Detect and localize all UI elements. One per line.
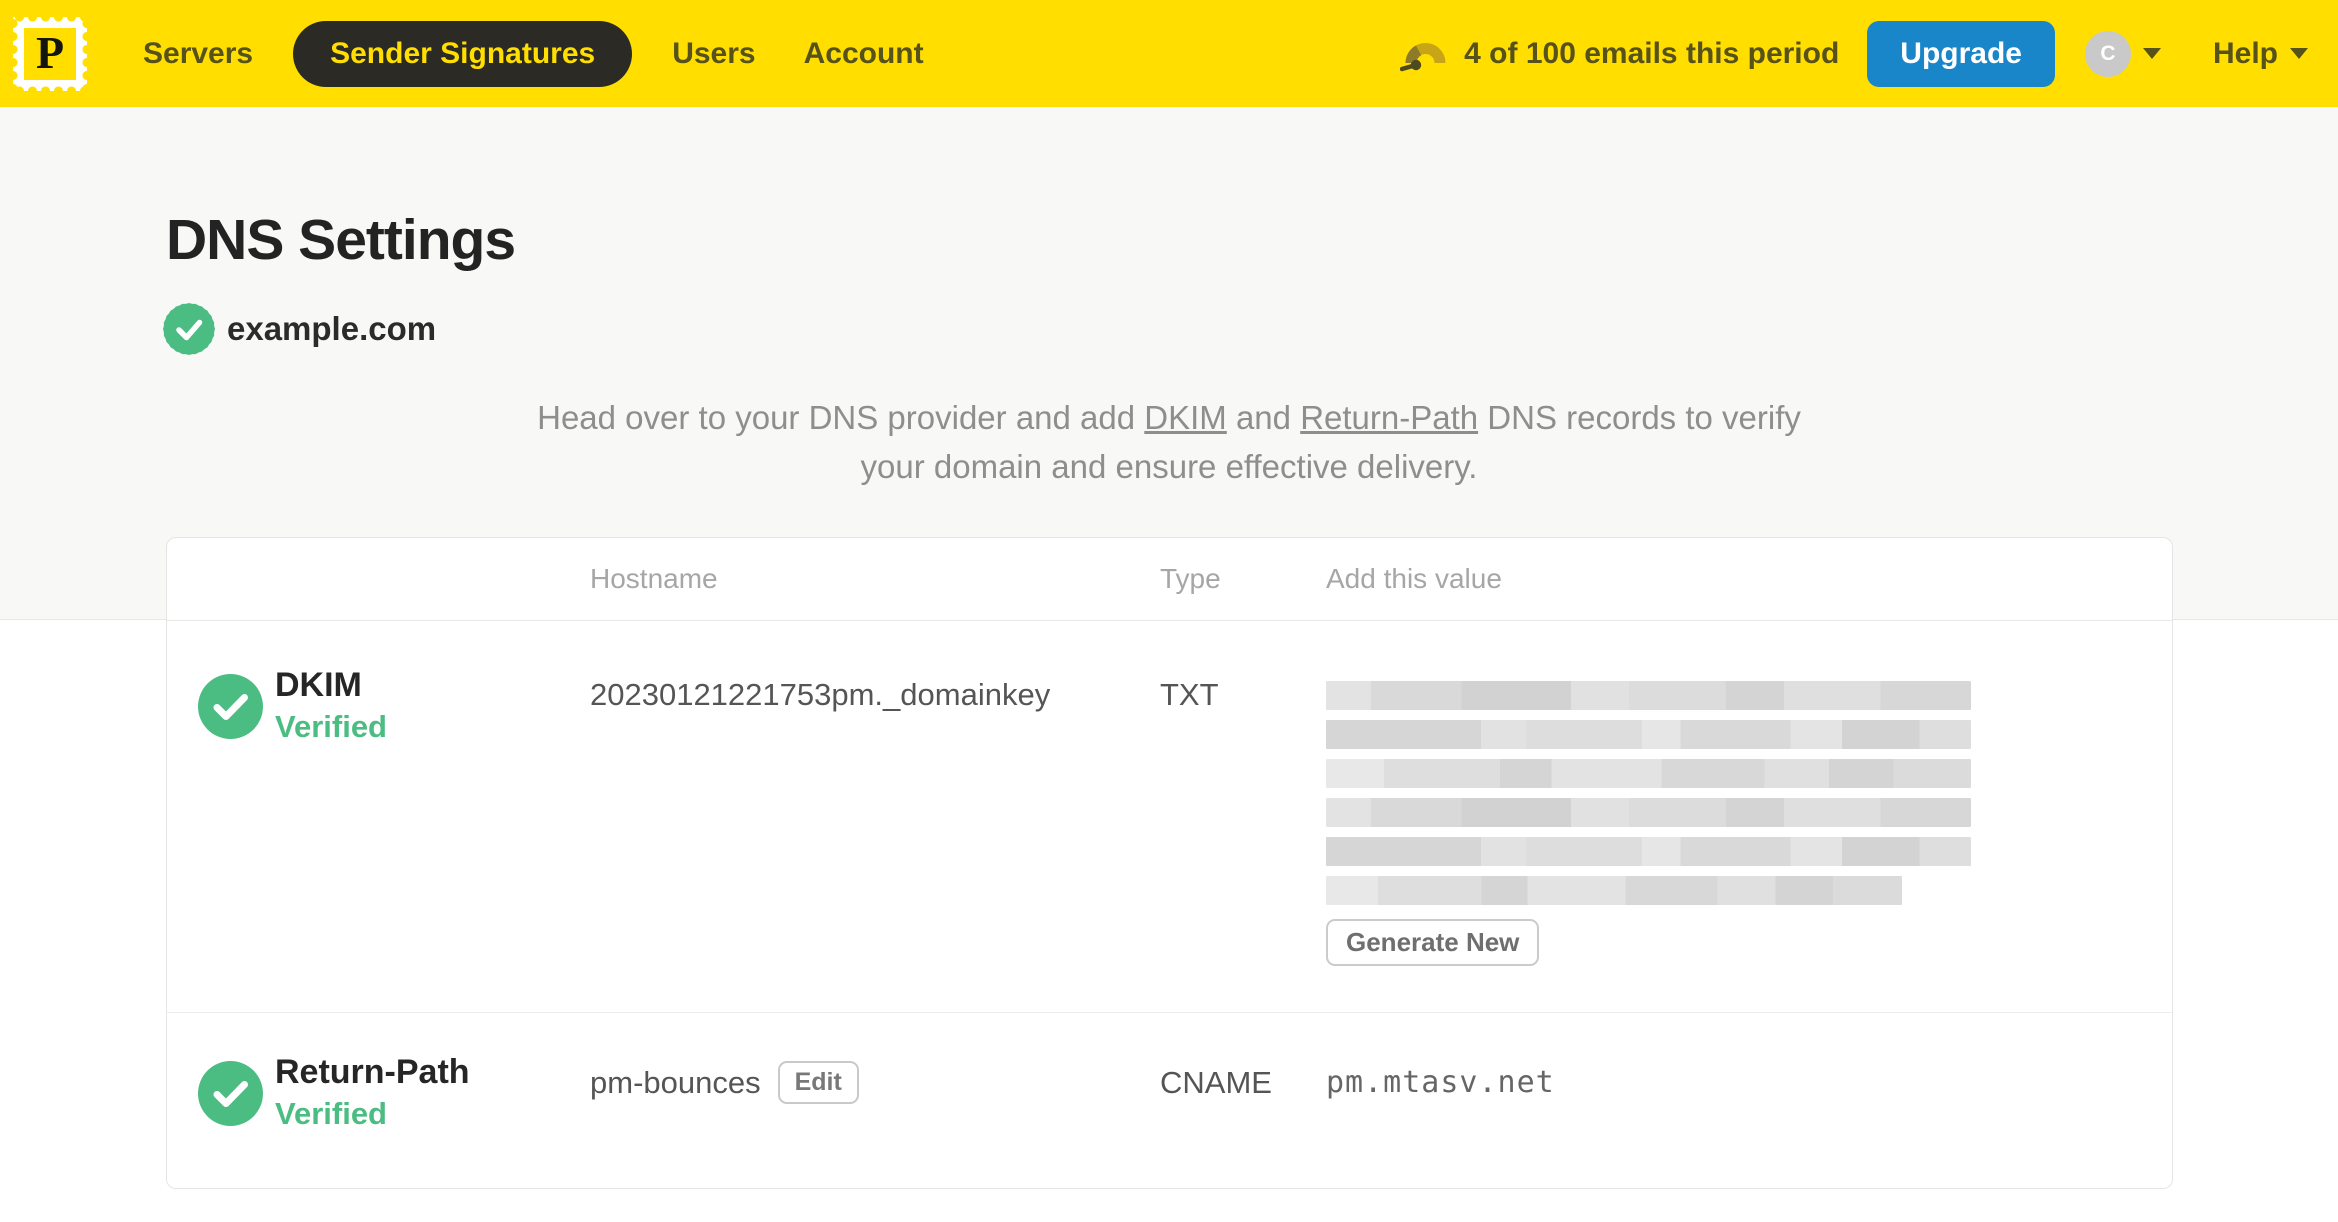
column-header-type: Type [1160,563,1221,594]
chevron-down-icon [2142,48,2161,59]
dkim-value-cell: Generate New [1326,681,1971,966]
nav-item-account[interactable]: Account [780,37,948,71]
postmark-logo-letter: P [24,27,76,80]
nav-item-servers[interactable]: Servers [143,37,277,71]
edit-button[interactable]: Edit [777,1061,859,1104]
usage-status-text: 4 of 100 emails this period [1464,36,1840,70]
chevron-down-icon [2290,48,2308,59]
dns-records-card: Hostname Type Add this value DKIM Verifi… [166,537,2173,1189]
nav-item-users[interactable]: Users [648,37,779,71]
record-name: DKIM [275,666,362,704]
verified-domain-row: example.com [163,303,436,355]
domain-name: example.com [227,310,437,347]
intro-description: Head over to your DNS provider and add D… [534,393,1804,491]
verified-check-icon [198,674,263,739]
column-header-hostname: Hostname [590,563,718,594]
return-path-link[interactable]: Return-Path [1300,399,1478,436]
help-menu[interactable]: Help [2213,37,2308,71]
return-path-type-cell: CNAME [1160,1065,1272,1100]
intro-part1: Head over to your DNS provider and add [537,399,1145,436]
main-nav: Servers Sender Signatures Users Account [143,0,948,107]
usage-gauge-icon [1400,42,1446,71]
table-header-row: Hostname Type Add this value [167,538,2172,621]
record-status-badge: Verified [275,709,387,744]
record-status-badge: Verified [275,1096,387,1131]
verified-check-icon [198,1061,263,1126]
column-header-add-this-value: Add this value [1326,563,1502,594]
nav-item-sender-signatures[interactable]: Sender Signatures [293,20,633,87]
page-title: DNS Settings [166,208,516,272]
return-path-value-cell: pm.mtasv.net [1326,1065,1555,1100]
dkim-value-redacted [1326,681,1971,905]
account-menu[interactable]: C [2084,30,2161,77]
dkim-hostname-cell: 20230121221753pm._domainkey [590,677,1051,712]
table-row-dkim: DKIM Verified 20230121221753pm._domainke… [167,621,2172,1013]
avatar[interactable]: C [2084,30,2131,77]
upgrade-button[interactable]: Upgrade [1867,20,2055,87]
topbar-right-group: 4 of 100 emails this period Upgrade C He… [1400,20,2308,87]
help-menu-label: Help [2212,36,2278,70]
dkim-link[interactable]: DKIM [1144,399,1227,436]
record-name-block: DKIM Verified [275,666,387,745]
return-path-hostname-cell: pm-bounces Edit [590,1061,859,1104]
generate-new-button[interactable]: Generate New [1326,919,1540,966]
top-navigation-bar: P Servers Sender Signatures Users Accoun… [0,0,2338,107]
return-path-hostname: pm-bounces [590,1064,761,1100]
record-name: Return-Path [275,1053,470,1091]
verified-seal-icon [163,303,215,355]
dkim-type-cell: TXT [1160,677,1219,712]
record-name-block: Return-Path Verified [275,1053,470,1132]
table-row-return-path: Return-Path Verified pm-bounces Edit CNA… [167,1013,2172,1189]
intro-part2: and [1226,399,1301,436]
postmark-logo[interactable]: P [13,16,87,91]
